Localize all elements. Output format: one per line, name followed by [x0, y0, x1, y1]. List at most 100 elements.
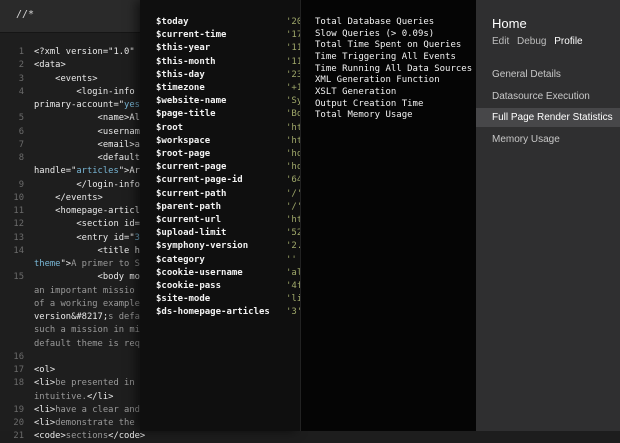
code-text: </events> — [34, 192, 103, 205]
tab-profile[interactable]: Profile — [554, 36, 582, 47]
code-token: theme — [34, 259, 61, 269]
code-text: <entry id="3 — [34, 232, 140, 245]
devkit-tabs: Edit Debug Profile — [492, 36, 588, 47]
code-text: primary-account="yes — [34, 99, 140, 112]
param-name: $current-page-id — [156, 175, 243, 186]
line-number: 19 — [13, 404, 24, 415]
line-number: 16 — [13, 351, 24, 362]
code-text: default theme is req — [34, 338, 140, 351]
code-text: <?xml version="1.0" — [34, 46, 140, 59]
line-number: 18 — [13, 378, 24, 389]
code-text: <default — [34, 152, 140, 165]
line-number: 12 — [13, 219, 24, 230]
code-text: handle="articles">Ar — [34, 165, 140, 178]
line-number: 8 — [18, 153, 24, 163]
param-value: '11 — [286, 56, 300, 67]
code-text: of a working example — [34, 298, 140, 311]
code-token: handle=" — [34, 166, 77, 177]
param-value: '11 — [286, 43, 300, 54]
param-name: $page-title — [156, 109, 216, 120]
code-text: <ol> — [34, 364, 55, 377]
code-text: an important missio — [34, 285, 135, 298]
code-text: intuitive.</li> — [34, 391, 113, 404]
param-name: $root — [156, 122, 184, 133]
code-token: have a clear and — [55, 404, 140, 415]
param-value: '3' — [286, 307, 300, 318]
tab-debug[interactable]: Debug — [517, 36, 546, 47]
param-value: '' — [286, 254, 297, 265]
profile-nav-item[interactable]: Datasource Execution — [476, 87, 620, 106]
param-name: $category — [156, 254, 205, 265]
profile-nav-item[interactable]: Memory Usage — [476, 130, 620, 149]
line-number: 17 — [13, 365, 24, 375]
code-token: an important missio — [34, 285, 135, 296]
page-title[interactable]: Home — [492, 16, 527, 31]
code-text: <events> — [34, 73, 97, 86]
statistics-panel: Total Database Queries Slow Queries (> 0.… — [300, 0, 477, 431]
param-value: 'ho — [286, 149, 300, 159]
devkit-navigation: Home Edit Debug Profile General Details D… — [476, 0, 620, 431]
line-number: 3 — [18, 73, 24, 84]
code-text: <code>sections</code> — [34, 430, 145, 443]
stat-label: XML Generation Function — [315, 75, 440, 86]
line-number: 2 — [18, 60, 24, 71]
param-value: 'al — [286, 267, 300, 278]
xpath-filter[interactable]: //* — [16, 9, 34, 20]
code-text: <email>a — [34, 139, 140, 152]
param-value: 'li — [286, 294, 300, 305]
code-text: version&#8217;s defa — [34, 311, 140, 324]
code-token: <code> — [34, 431, 66, 442]
code-token: intuitive. — [34, 391, 87, 402]
profile-nav-item[interactable]: Full Page Render Statistics — [476, 108, 620, 127]
code-token: <email>a — [34, 139, 140, 150]
stat-label: Time Running All Data Sources — [315, 63, 473, 74]
code-token: A primer to S — [71, 259, 140, 269]
code-token: primary-account=" — [34, 100, 125, 110]
param-name: $symphony-version — [156, 241, 249, 252]
stat-label: Total Memory Usage — [315, 110, 413, 121]
line-number: 9 — [18, 179, 24, 190]
code-token: version&#8217; — [34, 312, 109, 322]
code-token: <li> — [34, 418, 56, 428]
stat-label: Output Creation Time — [315, 98, 424, 109]
code-token: <li> — [34, 404, 56, 415]
stat-label: Total Database Queries — [315, 17, 435, 27]
param-name: $parent-path — [156, 201, 222, 212]
param-name: $workspace — [156, 135, 211, 146]
param-name: $site-mode — [156, 294, 211, 305]
param-value: '/' — [286, 188, 300, 199]
line-number: 21 — [13, 431, 24, 442]
code-text: <body mo — [34, 271, 140, 284]
code-token: <?xml version="1.0" — [34, 47, 140, 57]
param-value: '20 — [286, 17, 300, 27]
tab-edit[interactable]: Edit — [492, 36, 509, 47]
code-token: of a working example — [34, 298, 140, 309]
line-number: 1 — [18, 47, 24, 57]
code-token: ">Ar — [118, 166, 140, 177]
code-token: </events> — [34, 192, 103, 203]
code-token: such a mission in mi — [34, 325, 140, 336]
param-name: $upload-limit — [156, 228, 227, 239]
param-value: '17 — [286, 30, 300, 41]
code-token: <default — [34, 153, 140, 163]
line-number: 15 — [13, 272, 24, 283]
code-token: default theme is req — [34, 338, 140, 349]
code-text: <usernam — [34, 126, 140, 139]
profile-nav-item[interactable]: General Details — [476, 65, 620, 84]
param-name: $root-page — [156, 149, 211, 159]
line-number: 14 — [13, 245, 24, 256]
param-value: 'Bo — [286, 109, 300, 120]
line-number: 13 — [13, 232, 24, 243]
stat-label: Time Triggering All Events — [315, 51, 456, 62]
line-number: 10 — [13, 192, 24, 203]
param-name: $current-url — [156, 215, 222, 225]
code-text: <li>have a clear and — [34, 404, 140, 417]
code-token: <homepage-articl — [34, 206, 140, 216]
code-token: <usernam — [34, 126, 140, 137]
param-value: '23 — [286, 69, 300, 80]
param-value: '+1 — [286, 83, 300, 93]
code-token: <title h — [34, 245, 140, 256]
code-token: </li> — [86, 391, 114, 402]
param-value: '4f — [286, 281, 300, 291]
code-text: <homepage-articl — [34, 205, 140, 218]
